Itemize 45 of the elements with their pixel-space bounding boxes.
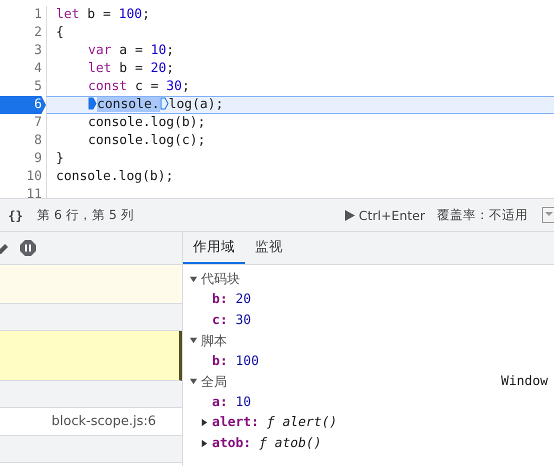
code-line: console.log(b);	[46, 114, 554, 132]
property-entry: a: 10	[212, 394, 252, 410]
panel-tab[interactable]: 作用域	[183, 232, 245, 264]
scope-title[interactable]: 代码块	[201, 270, 240, 288]
property-entry[interactable]: atob: ƒ atob()	[212, 436, 322, 451]
play-icon[interactable]	[344, 210, 355, 220]
line-number[interactable]: 11	[0, 186, 46, 198]
line-number[interactable]: 7	[0, 114, 46, 132]
cursor-position: 第 6 行，第 5 列	[37, 206, 134, 224]
line-number[interactable]: 9	[0, 150, 46, 168]
line-number[interactable]: 5	[0, 78, 46, 96]
property-entry: b: 100	[212, 354, 259, 369]
code-line: var a = 10;	[46, 42, 554, 60]
expand-triangle-icon[interactable]	[189, 274, 198, 284]
code-line: let b = 100;	[46, 6, 554, 24]
collapse-triangle-icon[interactable]	[200, 438, 209, 448]
format-icon[interactable]: {}	[8, 208, 24, 222]
scope-title[interactable]: 全局	[201, 372, 227, 391]
line-number[interactable]: 2	[0, 24, 46, 42]
code-line: {	[46, 24, 554, 42]
line-number[interactable]: 8	[0, 132, 46, 150]
call-frame-location[interactable]: block-scope.js:6	[52, 414, 156, 429]
line-number[interactable]: 3	[0, 42, 46, 60]
code-line: }	[46, 150, 554, 168]
property-entry: c: 30	[212, 312, 252, 328]
pencil-icon[interactable]	[0, 241, 8, 255]
code-line: console.log(b);	[46, 168, 554, 186]
scope-title[interactable]: 脚本	[201, 332, 227, 350]
code-line: console.log(c);	[46, 132, 554, 150]
collapse-triangle-icon[interactable]	[200, 418, 209, 428]
panel-toggle-icon[interactable]	[542, 207, 554, 223]
expand-triangle-icon[interactable]	[189, 336, 198, 346]
scope-type: Window	[501, 374, 548, 390]
line-number[interactable]: 10	[0, 168, 46, 186]
coverage-status: 覆盖率：不适用	[437, 206, 528, 224]
line-number[interactable]: 4	[0, 60, 46, 78]
line-number[interactable]: 1	[0, 6, 46, 24]
property-entry: b: 20	[212, 292, 252, 308]
expand-triangle-icon[interactable]	[189, 377, 198, 386]
panel-tab[interactable]: 监视	[245, 232, 293, 264]
property-entry[interactable]: alert: ƒ alert()	[212, 415, 338, 430]
line-number[interactable]: 6	[0, 96, 46, 114]
run-shortcut: Ctrl+Enter	[358, 208, 425, 222]
pause-icon[interactable]	[20, 240, 36, 256]
code-line: let b = 20;	[46, 60, 554, 78]
